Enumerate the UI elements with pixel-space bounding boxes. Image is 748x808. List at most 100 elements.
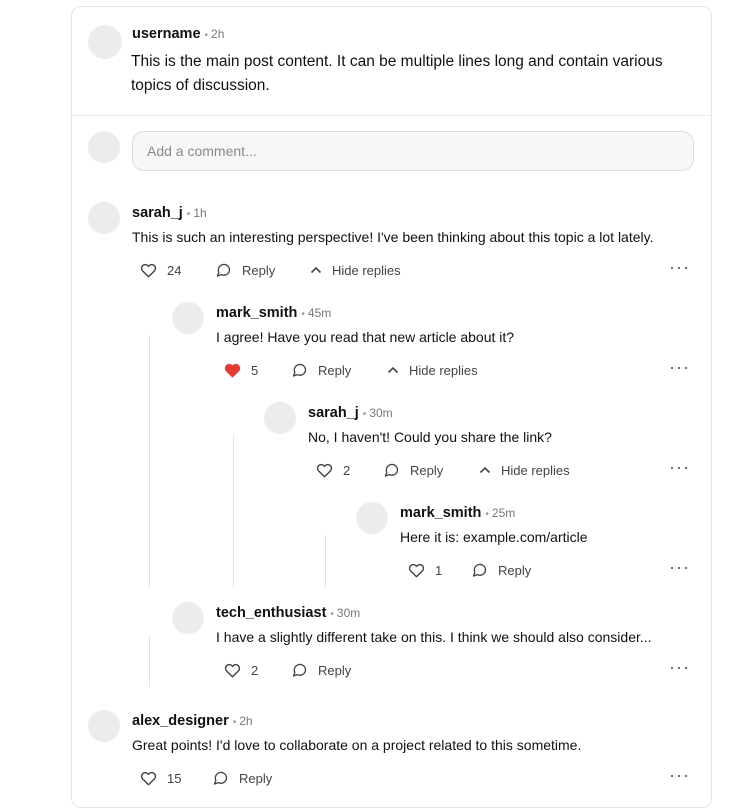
comment-time: 1h xyxy=(187,206,207,220)
post-time: 2h xyxy=(205,27,225,41)
comment-header: sarah_j 30m xyxy=(308,404,393,422)
comment-username[interactable]: alex_designer xyxy=(132,713,229,729)
comment-actions: 15 Reply ··· xyxy=(140,766,700,788)
comment-username[interactable]: tech_enthusiast xyxy=(216,605,326,621)
like-button[interactable]: 24 xyxy=(140,260,181,280)
comment-actions: 5 Reply Hide replies ··· xyxy=(224,358,700,380)
heart-icon xyxy=(408,563,425,578)
comment-actions: 2 Reply Hide replies ··· xyxy=(316,458,700,480)
heart-icon xyxy=(140,771,157,786)
reply-label: Reply xyxy=(239,770,273,786)
speech-bubble-icon xyxy=(292,363,307,377)
comment-time: 2h xyxy=(233,714,253,728)
comment-text: No, I haven't! Could you share the link? xyxy=(308,429,552,445)
like-count: 15 xyxy=(167,770,182,786)
more-options-icon[interactable]: ··· xyxy=(669,766,690,784)
reply-label: Reply xyxy=(498,562,532,578)
comment-text: I agree! Have you read that new article … xyxy=(216,329,515,345)
comment-header: tech_enthusiast 30m xyxy=(216,604,360,622)
post-divider xyxy=(72,115,711,116)
hide-replies-button[interactable]: Hide replies xyxy=(387,360,478,380)
thread-line-mark xyxy=(233,435,234,587)
speech-bubble-icon xyxy=(384,463,399,477)
speech-bubble-icon xyxy=(213,771,228,785)
comment-username[interactable]: mark_smith xyxy=(216,305,297,321)
chevron-up-icon xyxy=(479,466,491,474)
comment-avatar[interactable] xyxy=(264,402,296,434)
comment-username[interactable]: mark_smith xyxy=(400,505,481,521)
speech-bubble-icon xyxy=(472,563,487,577)
comment-input[interactable] xyxy=(145,132,669,170)
hide-replies-label: Hide replies xyxy=(409,362,478,378)
like-count: 5 xyxy=(251,362,259,378)
like-button[interactable]: 2 xyxy=(316,460,350,480)
comment-avatar[interactable] xyxy=(88,710,120,742)
comment-username[interactable]: sarah_j xyxy=(308,405,359,421)
comment-header: sarah_j 1h xyxy=(132,204,207,222)
current-user-avatar xyxy=(88,131,120,163)
more-options-icon[interactable]: ··· xyxy=(669,658,690,676)
thread-line-tech xyxy=(149,635,150,687)
reply-button[interactable]: Reply xyxy=(291,360,351,380)
hide-replies-button[interactable]: Hide replies xyxy=(479,460,570,480)
hide-replies-label: Hide replies xyxy=(332,262,401,278)
comment-text: Great points! I'd love to collaborate on… xyxy=(132,737,582,753)
hide-replies-label: Hide replies xyxy=(501,462,570,478)
comment-avatar[interactable] xyxy=(172,302,204,334)
heart-icon xyxy=(224,663,241,678)
like-count: 24 xyxy=(167,262,182,278)
post-content: This is the main post content. It can be… xyxy=(131,53,663,94)
comment-header: mark_smith 25m xyxy=(400,504,515,522)
comment-avatar[interactable] xyxy=(172,602,204,634)
comment-avatar[interactable] xyxy=(356,502,388,534)
like-count: 2 xyxy=(251,662,259,678)
comment-time: 30m xyxy=(363,406,393,420)
comment-username[interactable]: sarah_j xyxy=(132,205,183,221)
comment-actions: 1 Reply ··· xyxy=(408,558,700,580)
like-button[interactable]: 5 xyxy=(224,360,258,380)
heart-icon xyxy=(140,263,157,278)
reply-button[interactable]: Reply xyxy=(215,260,275,280)
speech-bubble-icon xyxy=(216,263,231,277)
reply-button[interactable]: Reply xyxy=(212,768,272,788)
more-options-icon[interactable]: ··· xyxy=(669,258,690,276)
post-author-avatar[interactable] xyxy=(88,25,122,59)
more-options-icon[interactable]: ··· xyxy=(669,458,690,476)
comment-time: 45m xyxy=(301,306,331,320)
more-options-icon[interactable]: ··· xyxy=(669,558,690,576)
heart-filled-icon xyxy=(224,363,241,378)
comment-text: Here it is: example.com/article xyxy=(400,529,588,545)
reply-label: Reply xyxy=(242,262,276,278)
like-button[interactable]: 15 xyxy=(140,768,181,788)
comment-actions: 2 Reply ··· xyxy=(224,658,700,680)
speech-bubble-icon xyxy=(292,663,307,677)
reply-button[interactable]: Reply xyxy=(291,660,351,680)
thread-line-sarah xyxy=(149,335,150,587)
chevron-up-icon xyxy=(310,266,322,274)
like-button[interactable]: 2 xyxy=(224,660,258,680)
comment-header: alex_designer 2h xyxy=(132,712,253,730)
reply-button[interactable]: Reply xyxy=(383,460,443,480)
chevron-up-icon xyxy=(387,366,399,374)
like-count: 1 xyxy=(435,562,443,578)
comment-time: 30m xyxy=(330,606,360,620)
reply-label: Reply xyxy=(318,362,352,378)
comment-text: I have a slightly different take on this… xyxy=(216,629,652,645)
reply-label: Reply xyxy=(410,462,444,478)
comment-text: This is such an interesting perspective!… xyxy=(132,229,654,245)
comment-header: mark_smith 45m xyxy=(216,304,331,322)
comment-time: 25m xyxy=(485,506,515,520)
comment-actions: 24 Reply Hide replies ··· xyxy=(140,258,700,280)
heart-icon xyxy=(316,463,333,478)
like-button[interactable]: 1 xyxy=(408,560,442,580)
comment-avatar[interactable] xyxy=(88,202,120,234)
thread-line-sarah-reply xyxy=(325,535,326,587)
reply-label: Reply xyxy=(318,662,352,678)
more-options-icon[interactable]: ··· xyxy=(669,358,690,376)
reply-button[interactable]: Reply xyxy=(471,560,531,580)
hide-replies-button[interactable]: Hide replies xyxy=(310,260,401,280)
post-card: username 2h This is the main post content… xyxy=(71,6,712,808)
post-header: username 2h xyxy=(132,25,224,43)
post-username[interactable]: username xyxy=(132,26,201,42)
comment-input-box[interactable] xyxy=(132,131,694,171)
